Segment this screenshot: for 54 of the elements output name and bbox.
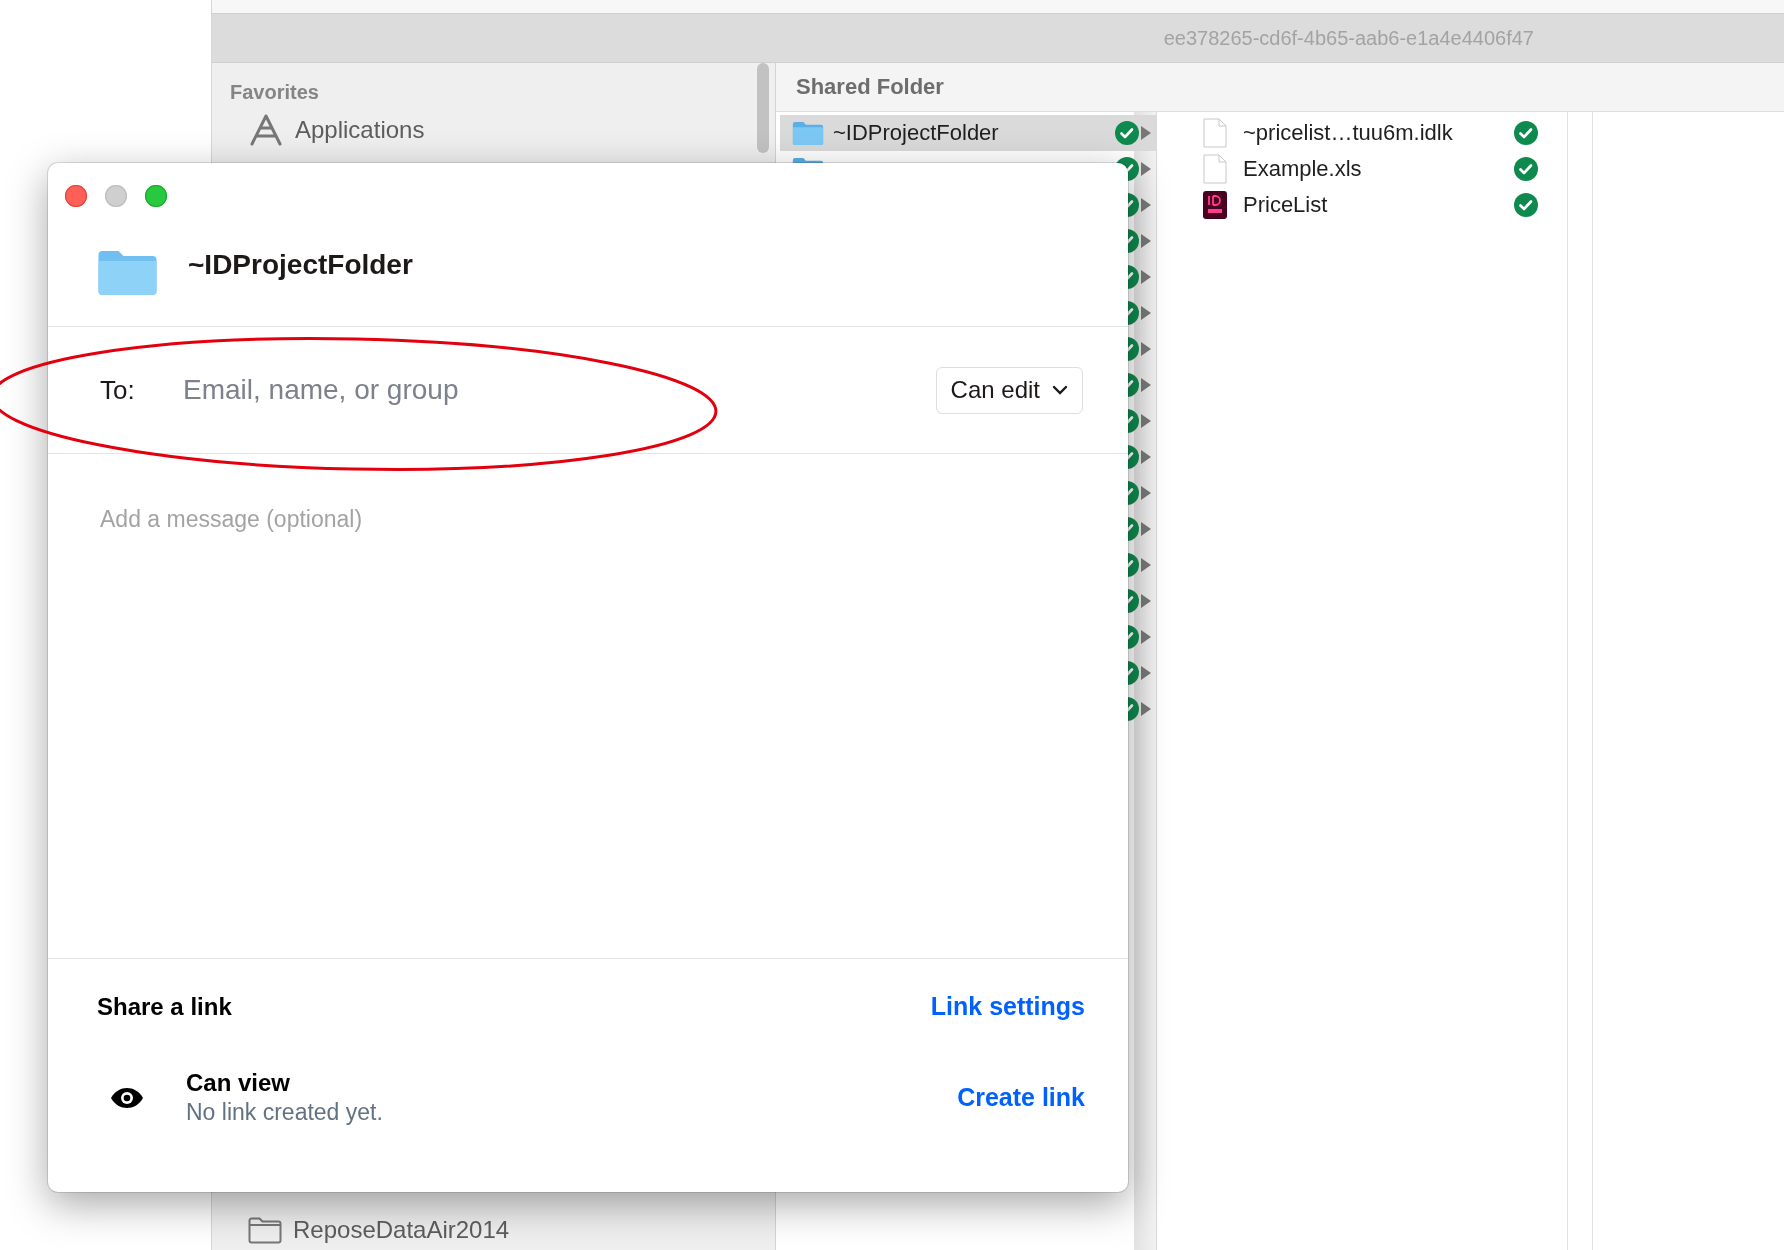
column-header: Shared Folder xyxy=(796,74,944,100)
expand-arrow-icon xyxy=(1141,378,1151,392)
synced-check-icon xyxy=(1514,121,1538,145)
chevron-down-icon xyxy=(1052,385,1068,395)
document-icon xyxy=(1203,191,1227,219)
link-status-text: No link created yet. xyxy=(186,1099,384,1126)
expand-arrow-icon xyxy=(1141,522,1151,536)
expand-arrow-icon xyxy=(1141,306,1151,320)
expand-arrow-icon xyxy=(1141,414,1151,428)
expand-arrow-icon xyxy=(1141,450,1151,464)
document-icon xyxy=(1203,118,1227,148)
minimize-button[interactable] xyxy=(105,185,127,207)
to-label: To: xyxy=(100,374,136,406)
apps-icon xyxy=(248,114,284,146)
file-name[interactable]: PriceList xyxy=(1243,192,1328,218)
section-heading: Share a link xyxy=(97,992,232,1021)
message-field[interactable]: Add a message (optional) xyxy=(48,454,1128,959)
scrollbar-thumb[interactable] xyxy=(757,63,769,153)
link-settings-link[interactable]: Link settings xyxy=(930,992,1085,1021)
synced-check-icon xyxy=(1514,157,1538,181)
expand-arrow-icon xyxy=(1141,486,1151,500)
create-link-link[interactable]: Create link xyxy=(957,1083,1085,1112)
recipient-field[interactable]: Email, name, or group xyxy=(183,370,936,410)
expand-arrow-icon xyxy=(1141,558,1151,572)
eye-icon xyxy=(110,1086,144,1109)
expand-arrow-icon xyxy=(1141,630,1151,644)
folder-row[interactable]: ~IDProjectFolder xyxy=(780,115,1156,151)
expand-arrow-icon xyxy=(1141,126,1151,140)
close-button[interactable] xyxy=(65,185,87,207)
expand-arrow-icon xyxy=(1141,234,1151,248)
document-icon xyxy=(1203,154,1227,184)
sidebar-heading: Favorites xyxy=(230,81,320,104)
expand-arrow-icon xyxy=(1141,198,1151,212)
expand-arrow-icon xyxy=(1141,162,1151,176)
expand-arrow-icon xyxy=(1141,342,1151,356)
synced-check-icon xyxy=(1514,193,1538,217)
sidebar-item[interactable]: ReposeDataAir2014 xyxy=(293,1216,510,1244)
expand-arrow-icon xyxy=(1141,594,1151,608)
folder-icon xyxy=(97,249,158,295)
expand-arrow-icon xyxy=(1141,666,1151,680)
file-name[interactable]: ~pricelist…tuu6m.idlk xyxy=(1243,120,1453,146)
window-title: ee378265-cd6f-4b65-aab6-e1a4e4406f47 xyxy=(1163,26,1534,50)
dialog-title: ~IDProjectFolder xyxy=(188,249,413,281)
file-name[interactable]: Example.xls xyxy=(1243,156,1362,182)
synced-check-icon xyxy=(1115,121,1139,145)
folder-icon xyxy=(792,121,824,145)
folder-icon xyxy=(248,1216,282,1244)
permission-dropdown[interactable]: Can edit xyxy=(935,366,1083,414)
expand-arrow-icon xyxy=(1141,270,1151,284)
sidebar-item[interactable]: Applications xyxy=(295,116,425,144)
expand-arrow-icon xyxy=(1141,702,1151,716)
zoom-button[interactable] xyxy=(145,185,167,207)
link-access-label: Can view xyxy=(186,1069,292,1097)
folder-name: ~IDProjectFolder xyxy=(833,120,999,146)
